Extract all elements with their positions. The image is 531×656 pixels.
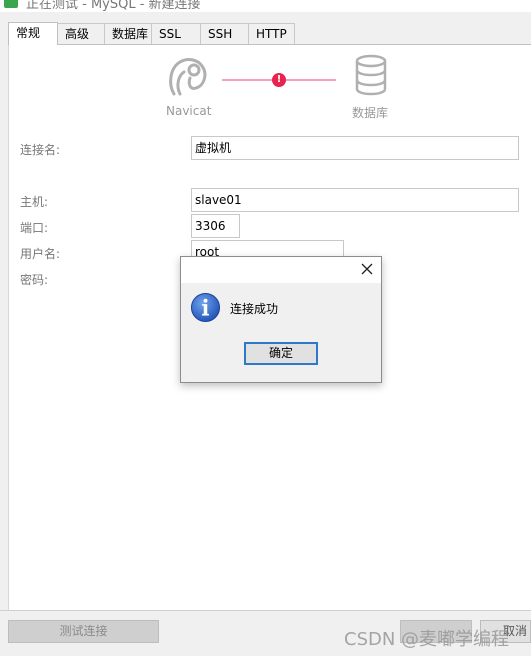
dialog-message: 连接成功 bbox=[230, 302, 279, 316]
tab-ssl[interactable]: SSL bbox=[151, 23, 201, 44]
dialog-ok-button[interactable]: 确定 bbox=[244, 342, 318, 365]
tab-advanced[interactable]: 高级 bbox=[57, 23, 105, 44]
host-label: 主机: bbox=[20, 195, 49, 209]
close-icon[interactable] bbox=[359, 261, 375, 277]
tab-databases[interactable]: 数据库 bbox=[104, 23, 152, 44]
connection-name-input[interactable]: 虚拟机 bbox=[191, 136, 519, 160]
title-bar: 正在测试 - MySQL - 新建连接 bbox=[0, 0, 531, 12]
footer-divider bbox=[0, 610, 531, 611]
host-input[interactable]: slave01 bbox=[191, 188, 519, 212]
info-icon bbox=[190, 292, 221, 323]
tab-general[interactable]: 常规 bbox=[8, 22, 58, 45]
tab-http[interactable]: HTTP bbox=[248, 23, 295, 44]
error-icon: ! bbox=[272, 73, 286, 87]
database-label: 数据库 bbox=[352, 106, 389, 120]
tab-ssh[interactable]: SSH bbox=[200, 23, 249, 44]
port-label: 端口: bbox=[20, 221, 49, 235]
message-dialog: 连接成功 确定 bbox=[180, 256, 382, 383]
navicat-logo-icon bbox=[169, 57, 207, 96]
app-icon bbox=[4, 0, 18, 8]
port-input[interactable]: 3306 bbox=[191, 214, 240, 238]
test-connection-button[interactable]: 测试连接 bbox=[8, 620, 159, 643]
connection-name-label: 连接名: bbox=[20, 143, 61, 157]
username-label: 用户名: bbox=[20, 247, 61, 261]
window-title: 正在测试 - MySQL - 新建连接 bbox=[26, 0, 201, 12]
navicat-label: Navicat bbox=[166, 104, 212, 118]
watermark: CSDN @麦嘟学编程 bbox=[344, 629, 510, 650]
dialog-title-bar bbox=[181, 257, 381, 283]
database-icon bbox=[355, 54, 387, 96]
password-label: 密码: bbox=[20, 273, 49, 287]
